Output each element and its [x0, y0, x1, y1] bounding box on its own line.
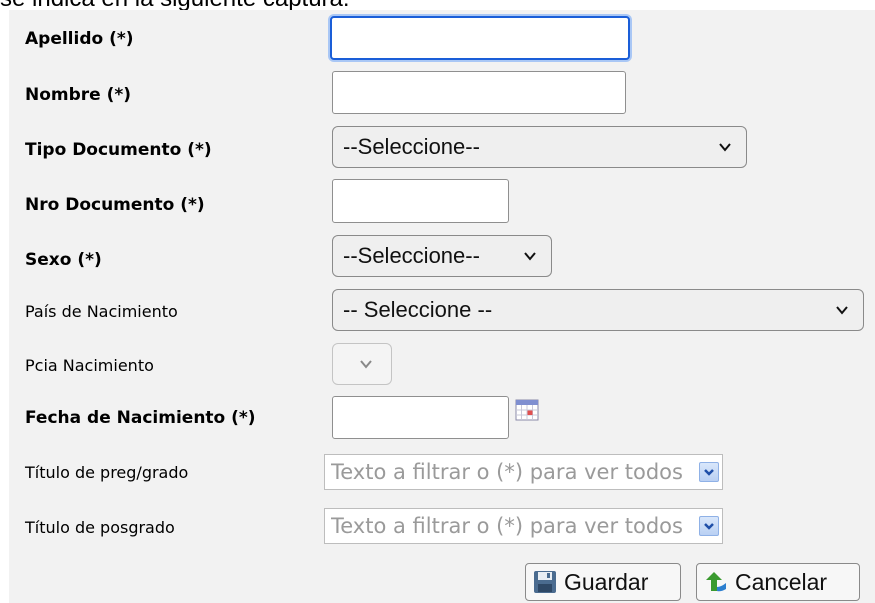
fecha-nacimiento-label: Fecha de Nacimiento (*) — [25, 408, 256, 428]
chevron-down-icon — [718, 140, 732, 154]
titulo-posgrado-combo[interactable]: Texto a filtrar o (*) para ver todos — [324, 508, 723, 544]
chevron-down-icon — [835, 303, 849, 317]
pcia-nacimiento-select[interactable] — [332, 343, 392, 385]
sexo-label: Sexo (*) — [25, 250, 102, 270]
cancelar-button[interactable]: Cancelar — [696, 563, 860, 601]
nombre-input[interactable] — [332, 71, 626, 114]
tipo-documento-selected: --Seleccione-- — [343, 134, 480, 159]
chevron-down-icon — [359, 357, 373, 371]
titulo-grado-label: Título de preg/grado — [25, 463, 189, 482]
document-caption: se indica en la siguiente captura: — [0, 0, 875, 10]
apellido-label: Apellido (*) — [25, 29, 134, 49]
nro-documento-label: Nro Documento (*) — [25, 195, 205, 215]
tipo-documento-select[interactable]: --Seleccione-- — [332, 126, 747, 168]
apellido-input[interactable] — [330, 16, 630, 60]
titulo-grado-combo[interactable]: Texto a filtrar o (*) para ver todos — [324, 454, 723, 490]
titulo-posgrado-placeholder: Texto a filtrar o (*) para ver todos — [331, 514, 683, 538]
combo-dropdown-button[interactable] — [699, 462, 719, 482]
tipo-documento-label: Tipo Documento (*) — [25, 140, 212, 160]
nro-documento-input[interactable] — [332, 179, 509, 223]
titulo-grado-placeholder: Texto a filtrar o (*) para ver todos — [331, 460, 683, 484]
green-back-arrow-icon — [703, 569, 729, 595]
pcia-nacimiento-label: Pcia Nacimiento — [25, 356, 154, 375]
chevron-down-icon — [523, 249, 537, 263]
guardar-label: Guardar — [564, 568, 649, 595]
floppy-disk-icon — [532, 569, 558, 595]
pais-nacimiento-selected: -- Seleccione -- — [343, 297, 493, 322]
cancelar-label: Cancelar — [735, 568, 828, 595]
nombre-label: Nombre (*) — [25, 85, 132, 105]
sexo-select[interactable]: --Seleccione-- — [332, 235, 552, 277]
pais-nacimiento-label: País de Nacimiento — [25, 302, 178, 321]
titulo-posgrado-label: Título de posgrado — [25, 518, 175, 537]
pais-nacimiento-select[interactable]: -- Seleccione -- — [332, 289, 864, 331]
guardar-button[interactable]: Guardar — [525, 563, 681, 601]
fecha-nacimiento-input[interactable] — [332, 396, 509, 439]
calendar-icon[interactable] — [515, 398, 539, 422]
sexo-selected: --Seleccione-- — [343, 243, 480, 268]
combo-dropdown-button[interactable] — [699, 516, 719, 536]
